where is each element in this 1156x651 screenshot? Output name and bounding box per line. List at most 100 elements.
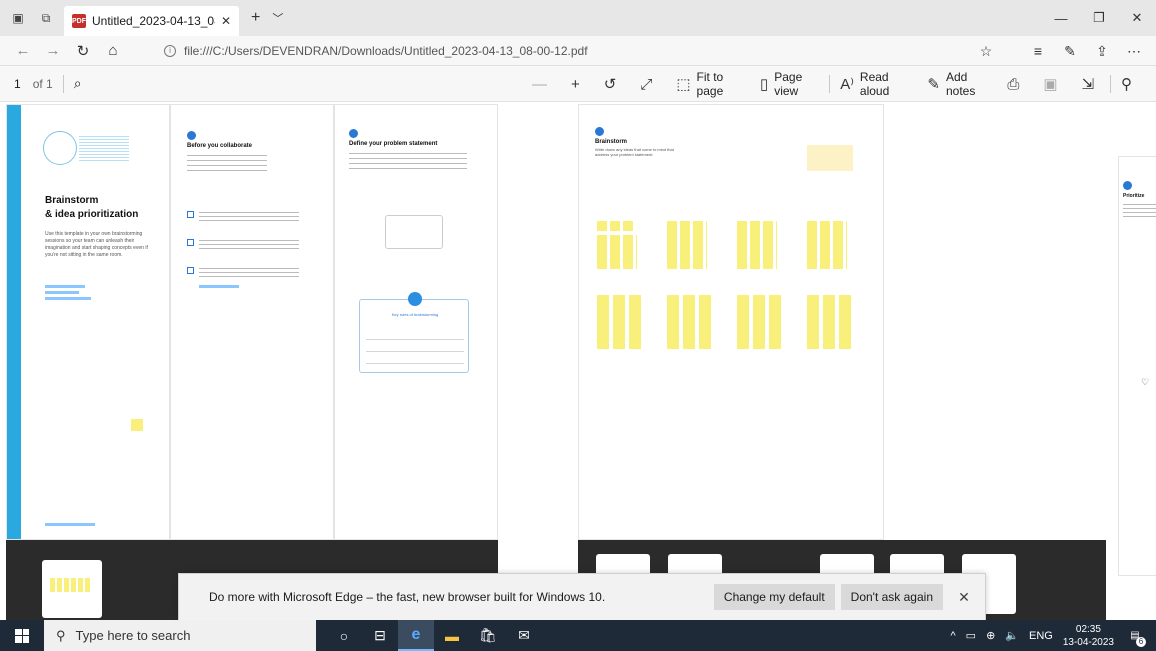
cover-accent-bar xyxy=(7,105,21,539)
sticky-grid xyxy=(667,295,711,349)
thumbnail-card xyxy=(42,560,102,618)
fit-to-page-button[interactable]: ⬚ Fit to page xyxy=(676,70,742,98)
divider xyxy=(829,75,831,93)
minus-icon: — xyxy=(532,75,547,93)
add-notes-button[interactable]: ✎ Add notes xyxy=(927,70,989,98)
share-icon[interactable]: ⇪ xyxy=(1086,43,1118,60)
prioritize-panel: Prioritize ♡ xyxy=(1118,156,1156,576)
pdf-viewer[interactable]: Brainstorm & idea prioritization Use thi… xyxy=(0,102,1156,620)
search-icon[interactable]: ⌕ xyxy=(74,75,82,92)
sticky-grid xyxy=(807,221,847,269)
step-marker xyxy=(349,129,358,138)
read-aloud-button[interactable]: A⁾ Read aloud xyxy=(840,70,909,98)
more-icon[interactable]: ⋯ xyxy=(1118,43,1150,60)
save-button[interactable]: ▣ xyxy=(1043,75,1063,93)
body-text-lines xyxy=(199,211,299,221)
cover-description: Use this template in your own brainstorm… xyxy=(45,231,148,258)
step-marker xyxy=(595,127,604,136)
tab-bar: ▣ ⧉ PDF Untitled_2023-04-13_08 ✕ + ﹀ — ❐… xyxy=(0,0,1156,36)
sticky-note xyxy=(597,221,607,231)
home-icon[interactable]: ⌂ xyxy=(98,42,128,59)
minimize-icon[interactable]: — xyxy=(1042,0,1080,36)
set-aside-tabs-icon[interactable]: ⧉ xyxy=(36,8,56,28)
page-number[interactable]: 1 xyxy=(14,77,21,91)
page-view-label: Page view xyxy=(774,70,803,98)
close-window-icon[interactable]: ✕ xyxy=(1118,0,1156,36)
clock[interactable]: 02:35 13-04-2023 xyxy=(1063,623,1114,649)
sticky-note xyxy=(623,221,633,231)
divider xyxy=(62,74,64,93)
body-text-lines xyxy=(349,151,467,169)
body-text-lines xyxy=(199,239,299,249)
save-as-button[interactable]: ⇲ xyxy=(1082,75,1101,93)
window-controls: — ❐ ✕ xyxy=(1042,0,1156,36)
pin-toolbar-button[interactable]: ⚲ xyxy=(1121,75,1138,93)
clock-date: 13-04-2023 xyxy=(1062,636,1114,648)
heart-icon: ♡ xyxy=(1141,377,1150,387)
address-actions: ☆ ≡ ✎ ⇪ ⋯ xyxy=(970,36,1150,66)
store-icon[interactable]: 🛍 xyxy=(470,620,506,651)
taskbar-search[interactable]: ⚲ Type here to search xyxy=(44,620,316,651)
tab-pdf[interactable]: PDF Untitled_2023-04-13_08 ✕ xyxy=(64,6,239,36)
tab-actions-icon[interactable]: ▣ xyxy=(8,8,28,28)
globe-icon[interactable]: ⊕ xyxy=(986,629,995,642)
file-explorer-icon[interactable]: ▬ xyxy=(434,620,470,651)
pin-icon: ⚲ xyxy=(1121,76,1132,93)
sticky-grid xyxy=(50,578,90,592)
close-notice-icon[interactable]: ✕ xyxy=(949,589,979,606)
restore-icon[interactable]: ❐ xyxy=(1080,0,1118,36)
pen-icon[interactable]: ✎ xyxy=(1054,43,1086,60)
dont-ask-again-button[interactable]: Don't ask again xyxy=(840,584,943,610)
zoom-in-button[interactable]: + xyxy=(571,76,586,93)
cover-title-line2: & idea prioritization xyxy=(45,209,139,220)
prioritize-title: Prioritize xyxy=(1123,193,1145,199)
show-hidden-icons-chevron-icon[interactable]: ^ xyxy=(951,630,956,642)
sticky-note xyxy=(131,419,143,431)
new-tab-icon[interactable]: + xyxy=(251,9,260,27)
back-icon[interactable]: ← xyxy=(8,42,38,59)
volume-icon[interactable]: 🔈 xyxy=(1005,629,1019,642)
print-button[interactable]: ⎙ xyxy=(1007,76,1025,93)
close-tab-icon[interactable]: ✕ xyxy=(221,14,231,28)
pdf-file-icon: PDF xyxy=(72,14,86,28)
fullscreen-button[interactable]: ⤢ xyxy=(640,76,658,93)
pen-notes-icon: ✎ xyxy=(927,76,940,93)
action-center-icon[interactable]: ▤ 6 xyxy=(1124,625,1146,647)
brainstorm-title: Brainstorm xyxy=(595,139,628,145)
favorite-star-icon[interactable]: ☆ xyxy=(970,43,1002,60)
url-field[interactable]: i file:///C:/Users/DEVENDRAN/Downloads/U… xyxy=(164,44,588,58)
cover-title-line1: Brainstorm xyxy=(45,195,99,206)
language-indicator[interactable]: ENG xyxy=(1029,630,1053,642)
refresh-icon[interactable]: ↻ xyxy=(68,42,98,60)
forward-icon[interactable]: → xyxy=(38,42,68,59)
fit-page-icon: ⬚ xyxy=(676,76,691,93)
body-text-lines xyxy=(199,267,299,277)
system-tray: ^ ▭ ⊕ 🔈 ENG 02:35 13-04-2023 ▤ 6 xyxy=(951,620,1156,651)
open-article-link xyxy=(199,285,239,288)
info-icon[interactable]: i xyxy=(164,44,176,57)
clock-time: 02:35 xyxy=(1075,623,1101,635)
task-view-icon[interactable]: ⊟ xyxy=(362,620,398,651)
zoom-out-button[interactable]: — xyxy=(532,76,553,93)
info-line xyxy=(45,285,85,288)
save-icon: ▣ xyxy=(1043,76,1058,93)
tip-note xyxy=(807,145,853,171)
notice-message: Do more with Microsoft Edge – the fast, … xyxy=(209,590,606,604)
cortana-icon[interactable]: ○ xyxy=(326,620,362,651)
mail-icon[interactable]: ✉ xyxy=(506,620,542,651)
read-aloud-label: Read aloud xyxy=(859,70,890,98)
edge-browser-icon[interactable]: e xyxy=(398,620,434,651)
taskbar-apps: ○ ⊟ e ▬ 🛍 ✉ xyxy=(326,620,542,651)
change-default-button[interactable]: Change my default xyxy=(713,584,835,610)
rotate-button[interactable]: ↺ xyxy=(604,75,623,93)
network-icon[interactable]: ▭ xyxy=(966,629,976,642)
rules-badge-icon xyxy=(408,292,422,306)
favorites-icon[interactable]: ≡ xyxy=(1022,43,1054,59)
tab-list-chevron-icon[interactable]: ﹀ xyxy=(272,10,283,26)
before-collaborate-panel: Before you collaborate xyxy=(170,104,334,540)
start-button[interactable] xyxy=(0,620,44,651)
pdf-tools: — + ↺ ⤢ ⬚ Fit to page ▯ Page view A⁾ Read a… xyxy=(532,66,1156,102)
page-view-button[interactable]: ▯ Page view xyxy=(760,70,819,98)
before-title: Before you collaborate xyxy=(187,143,253,149)
url-text: file:///C:/Users/DEVENDRAN/Downloads/Unt… xyxy=(184,43,588,58)
